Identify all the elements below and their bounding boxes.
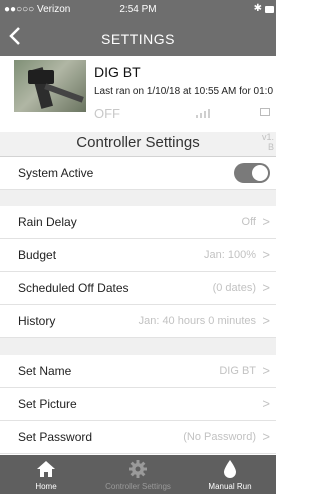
- row-set-picture[interactable]: Set Picture >: [0, 388, 276, 421]
- chevron-right-icon: >: [262, 214, 270, 229]
- row-budget[interactable]: Budget Jan: 100% >: [0, 239, 276, 272]
- set-picture-label: Set Picture: [18, 397, 77, 411]
- chevron-right-icon: >: [262, 247, 270, 262]
- section-header: Controller Settings v1. B: [0, 132, 276, 157]
- chevron-right-icon: >: [262, 396, 270, 411]
- battery-icon: [265, 6, 274, 13]
- tab-label: Controller Settings: [105, 482, 171, 491]
- scheduled-off-label: Scheduled Off Dates: [18, 281, 129, 295]
- row-history[interactable]: History Jan: 40 hours 0 minutes >: [0, 305, 276, 338]
- battery-level-icon: [260, 108, 270, 116]
- set-password-label: Set Password: [18, 430, 93, 444]
- tab-label: Manual Run: [208, 482, 252, 491]
- clock: 2:54 PM: [119, 4, 157, 15]
- page-title: SETTINGS: [100, 31, 175, 47]
- tab-manual-run[interactable]: Manual Run: [184, 455, 276, 494]
- tab-home[interactable]: Home: [0, 455, 92, 494]
- bluetooth-icon: ✱: [253, 3, 262, 14]
- row-set-name[interactable]: Set Name DIG BT >: [0, 355, 276, 388]
- water-drop-icon: [220, 459, 240, 479]
- device-photo: [14, 60, 86, 112]
- system-active-toggle[interactable]: [234, 163, 270, 183]
- rain-delay-label: Rain Delay: [18, 215, 77, 229]
- budget-value: Jan: 100%: [204, 249, 256, 261]
- device-state: OFF: [94, 106, 120, 121]
- budget-label: Budget: [18, 248, 57, 262]
- row-rain-delay[interactable]: Rain Delay Off >: [0, 206, 276, 239]
- row-set-password[interactable]: Set Password (No Password) >: [0, 421, 276, 454]
- signal-icon: [196, 108, 210, 118]
- chevron-right-icon: >: [262, 429, 270, 444]
- section-title: Controller Settings: [76, 134, 200, 151]
- version-label: v1. B: [261, 132, 274, 152]
- device-card: DIG BT Last ran on 1/10/18 at 10:55 AM f…: [0, 56, 276, 133]
- tab-bar: Home Controller Settings Manual Run: [0, 455, 276, 494]
- section-gap: [0, 338, 276, 355]
- set-name-value: DIG BT: [219, 365, 256, 377]
- history-label: History: [18, 314, 56, 328]
- chevron-right-icon: >: [262, 313, 270, 328]
- system-active-label: System Active: [18, 166, 94, 180]
- row-system-active: System Active: [0, 157, 276, 190]
- last-run-text: Last ran on 1/10/18 at 10:55 AM for 01:0: [94, 86, 274, 97]
- set-name-label: Set Name: [18, 364, 72, 378]
- chevron-right-icon: >: [262, 280, 270, 295]
- tab-label: Home: [35, 482, 57, 491]
- chevron-right-icon: >: [262, 363, 270, 378]
- scheduled-off-value: (0 dates): [212, 282, 256, 294]
- section-gap: [0, 190, 276, 206]
- device-name: DIG BT: [94, 64, 141, 80]
- row-scheduled-off-dates[interactable]: Scheduled Off Dates (0 dates) >: [0, 272, 276, 305]
- set-password-value: (No Password): [183, 431, 256, 443]
- tab-controller-settings[interactable]: Controller Settings: [92, 455, 184, 494]
- history-value: Jan: 40 hours 0 minutes: [138, 315, 256, 327]
- rain-delay-value: Off: [241, 216, 256, 228]
- nav-bar: SETTINGS: [0, 20, 276, 56]
- status-bar: ●●○○○ Verizon 2:54 PM ✱: [0, 0, 276, 20]
- home-icon: [36, 459, 56, 479]
- gear-icon: [128, 459, 148, 479]
